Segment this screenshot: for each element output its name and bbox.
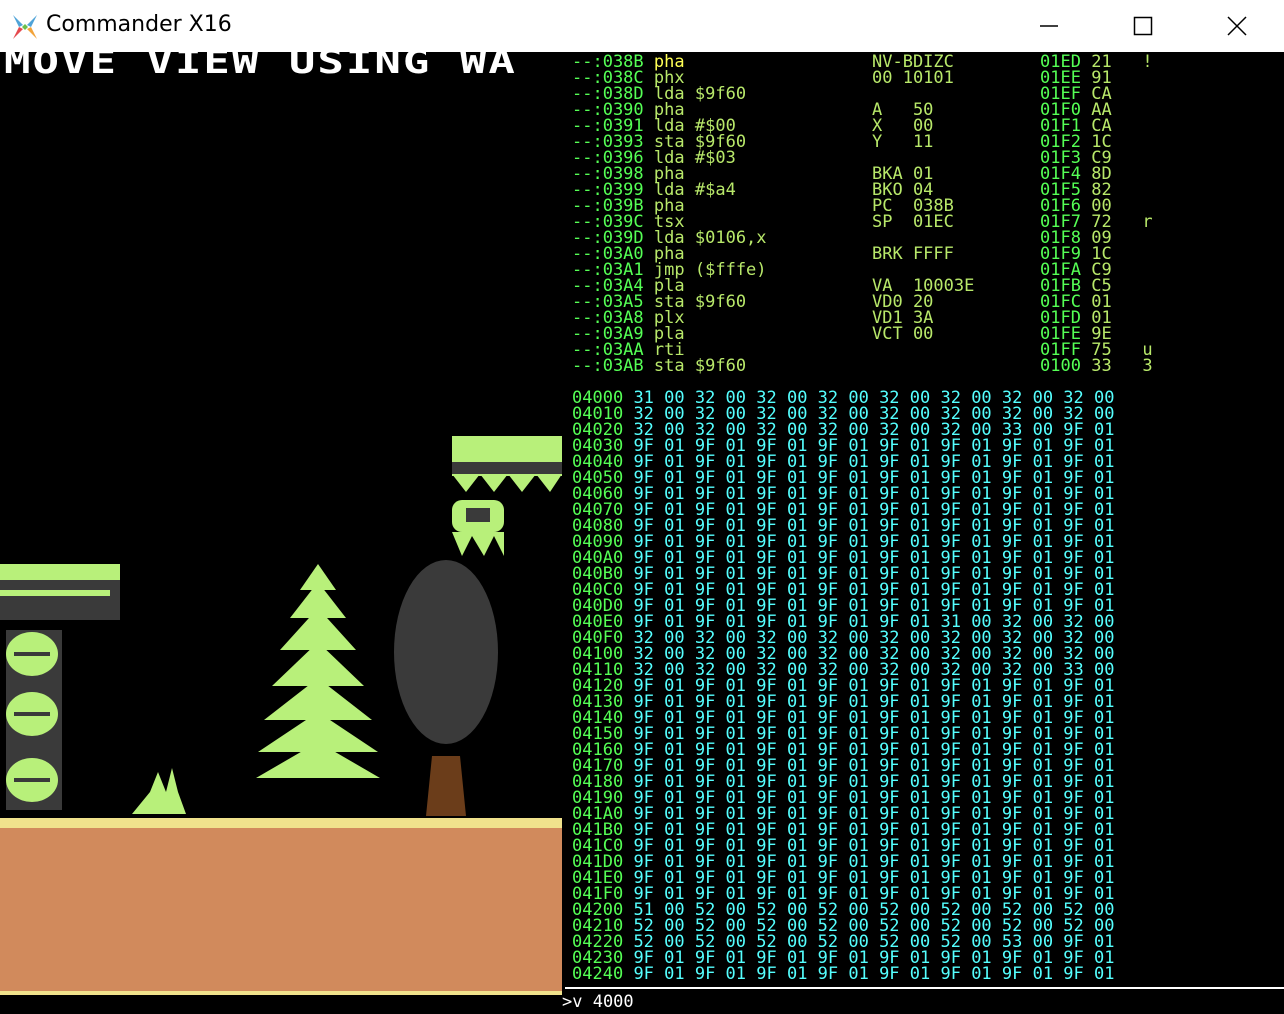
stack-value: 33: [1091, 356, 1112, 376]
ground-edge-strip: [0, 991, 562, 995]
register-line: 00 10101: [872, 68, 954, 88]
memory-row[interactable]: 04240 9F 01 9F 01 9F 01 9F 01 9F 01 9F 0…: [572, 964, 1115, 984]
register-line: BRK FFFF: [872, 244, 954, 264]
title-bar: Commander X16: [0, 0, 1284, 53]
pine-tree: [256, 564, 380, 778]
close-button[interactable]: [1190, 0, 1284, 52]
disasm-operand: #$a4: [694, 180, 736, 200]
memory-bytes: 9F 01 9F 01 9F 01 9F 01 9F 01 9F 01 9F 0…: [633, 964, 1115, 984]
maximize-icon: [1133, 16, 1153, 36]
left-ledge: [0, 564, 120, 620]
grass-tuft: [132, 768, 186, 814]
disasm-operand: #$03: [694, 148, 736, 168]
stack-address: 0100: [1040, 356, 1081, 376]
stack-char: 3: [1142, 356, 1153, 376]
disasm-opcode: sta: [653, 356, 685, 376]
window-title: Commander X16: [46, 12, 232, 37]
disasm-operand: $0106,x: [694, 228, 767, 248]
minimize-button[interactable]: [1002, 0, 1096, 52]
x16-logo-icon: [13, 15, 37, 39]
memory-address: 04240: [572, 964, 624, 984]
disasm-operand: $9f60: [694, 356, 747, 376]
panel-divider: [565, 987, 1284, 989]
vine-bush: [6, 630, 62, 810]
game-banner: MOVE VIEW USING WA: [4, 52, 517, 82]
register-line: Y 11: [872, 132, 934, 152]
game-scene: [0, 436, 562, 992]
game-view[interactable]: MOVE VIEW USING WA: [0, 52, 562, 997]
stack-panel: 01ED 21 ! 01EE 91 01EF CA 01F0 AA 01F1 CA…: [1040, 52, 1153, 376]
registers-panel: NV-BDIZC 00 10101 A 50 X 00 Y 11 BKA 01 BKO …: [872, 54, 974, 344]
close-icon: [1227, 16, 1247, 36]
disasm-address: --:03AB: [572, 356, 644, 376]
stack-char: !: [1142, 52, 1153, 72]
emulator-screen[interactable]: MOVE VIEW USING WA --:038B pha --:038C ph…: [0, 52, 1284, 1014]
disasm-operand: $9f60: [694, 84, 747, 104]
disasm-line[interactable]: --:03AB sta $9f60: [572, 356, 767, 376]
hanging-bug-sprite: [452, 500, 504, 556]
disasm-operand: ($fffe): [694, 260, 767, 280]
disasm-operand: $9f60: [694, 292, 747, 312]
memory-dump-panel[interactable]: 04000 31 00 32 00 32 00 32 00 32 00 32 0…: [572, 390, 1115, 984]
register-line: VCT 00: [872, 324, 934, 344]
stack-line: 0100 33 3: [1040, 356, 1153, 376]
register-line: SP 01EC: [872, 212, 954, 232]
maximize-button[interactable]: [1096, 0, 1190, 52]
minimize-icon: [1040, 25, 1058, 27]
disassembly-panel[interactable]: --:038B pha --:038C phx --:038D lda $9f60-…: [572, 54, 767, 376]
ground: [0, 818, 562, 992]
command-line[interactable]: >v 4000: [562, 994, 634, 1011]
floating-platform: [452, 436, 562, 492]
stack-char: r: [1142, 212, 1153, 232]
dark-tree: [394, 560, 498, 816]
